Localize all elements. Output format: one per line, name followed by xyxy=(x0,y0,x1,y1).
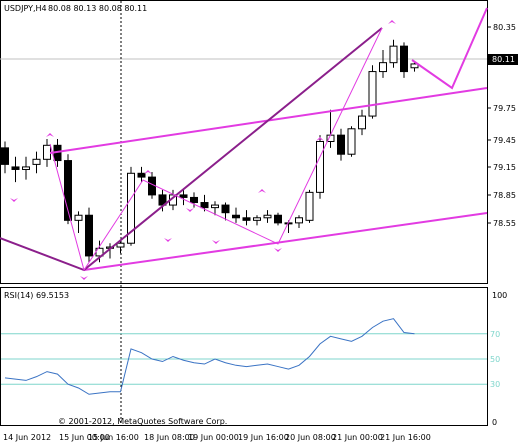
price-axis: 80.35 80.11 79.75 79.45 79.15 78.85 78.5… xyxy=(487,23,518,228)
time-tick: 21 Jun 16:00 xyxy=(380,433,431,442)
candle-body xyxy=(211,204,219,209)
rsi-level-label: 30 xyxy=(490,380,500,389)
candle-body xyxy=(11,166,20,170)
candle-body xyxy=(400,45,408,73)
candle-body xyxy=(1,147,9,165)
copyright-notice: © 2001-2012, MetaQuotes Software Corp. xyxy=(58,417,227,426)
time-tick: 19 Jun 16:00 xyxy=(238,433,289,442)
candle-body xyxy=(389,45,398,64)
candle-body xyxy=(242,217,251,221)
time-axis: 14 Jun 2012 15 Jun 00:00 15 Jun 16:00 18… xyxy=(3,433,431,442)
ohlc-values: 80.08 80.13 80.08 80.11 xyxy=(48,4,147,13)
candle-body xyxy=(22,166,30,170)
candle-body xyxy=(274,214,282,224)
price-chart-frame xyxy=(0,0,488,284)
candle-body xyxy=(85,214,93,257)
candle-body xyxy=(316,141,324,193)
price-tick: 79.15 xyxy=(493,163,516,172)
mt4-chart-window[interactable]: USDJPY,H4 80.08 80.13 80.08 80.11 80.35 … xyxy=(0,0,518,444)
candle-body xyxy=(74,214,83,221)
candle-body xyxy=(43,144,51,160)
price-tick: 80.35 xyxy=(493,23,516,32)
candle-body xyxy=(263,214,272,219)
price-tick: 79.75 xyxy=(493,104,516,113)
candle-body xyxy=(295,217,303,224)
candle-body xyxy=(221,204,230,214)
time-tick: 19 Jun 00:00 xyxy=(188,433,239,442)
candle-body xyxy=(253,217,261,221)
rsi-level-label: 70 xyxy=(490,330,500,339)
rsi-panel-frame xyxy=(0,287,488,426)
candle-body xyxy=(190,196,198,204)
time-tick: 15 Jun 16:00 xyxy=(88,433,139,442)
rsi-tick-0: 0 xyxy=(492,418,497,427)
time-tick: 21 Jun 00:00 xyxy=(332,433,383,442)
price-tick: 79.45 xyxy=(493,136,516,145)
candle-body xyxy=(379,62,387,73)
price-tick: 78.55 xyxy=(493,219,516,228)
candle-body xyxy=(337,134,345,155)
rsi-level-label: 50 xyxy=(490,355,500,364)
candle-body xyxy=(137,172,146,178)
rsi-tick-100: 100 xyxy=(492,291,507,300)
candle-body xyxy=(179,194,188,198)
time-tick: 20 Jun 08:00 xyxy=(285,433,336,442)
candle-body xyxy=(32,158,41,165)
current-price-label: 80.11 xyxy=(492,55,515,64)
candle-body xyxy=(358,115,366,130)
candle-body xyxy=(148,176,156,196)
candle-body xyxy=(305,191,314,221)
price-tick: 78.85 xyxy=(493,191,516,200)
candle-body xyxy=(368,71,377,117)
candle-body xyxy=(347,128,356,155)
time-tick: 14 Jun 2012 xyxy=(3,433,51,442)
candle-body xyxy=(116,242,125,248)
rsi-label: RSI(14) 69.5153 xyxy=(4,291,69,300)
candle-body xyxy=(232,214,240,219)
symbol-label: USDJPY,H4 xyxy=(4,4,47,13)
candle-body xyxy=(200,202,209,209)
